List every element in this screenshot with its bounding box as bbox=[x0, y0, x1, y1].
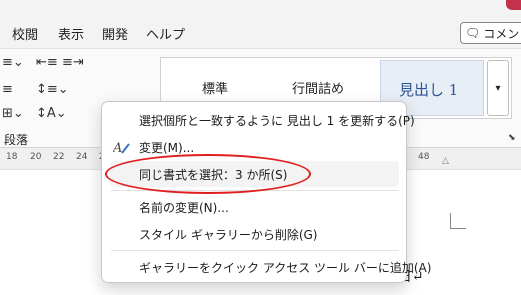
page-corner-mark bbox=[450, 213, 466, 229]
highlight-ellipse bbox=[105, 154, 311, 194]
context-menu: 選択個所と一致するように 見出し 1 を更新する(P) A 変更(M)... 同… bbox=[101, 101, 431, 283]
paragraph-group-label: 段落 bbox=[4, 133, 29, 147]
style-heading-1-label: 見出し 1 bbox=[399, 81, 459, 99]
bullet-list-dropdown-icon[interactable]: ≡⌄ bbox=[2, 55, 24, 70]
decrease-indent-icon[interactable]: ⇤≡ bbox=[36, 55, 58, 70]
comment-button[interactable]: 🗨 コメント bbox=[460, 22, 521, 44]
ruler-number: 18 bbox=[6, 152, 18, 162]
ruler-number: 48 bbox=[418, 152, 430, 162]
style-normal[interactable]: 標準 bbox=[202, 78, 228, 97]
menu-separator bbox=[111, 250, 399, 251]
dialog-launcher-icon[interactable]: ⬊ bbox=[508, 133, 516, 143]
ruler-number: 20 bbox=[30, 152, 42, 162]
menu-item-update-heading[interactable]: 選択個所と一致するように 見出し 1 を更新する(P) bbox=[110, 107, 415, 133]
menu-item-rename[interactable]: 名前の変更(N)... bbox=[110, 194, 399, 220]
indent-marker-icon[interactable]: △ bbox=[442, 156, 449, 166]
borders-icon[interactable]: ⊞⌄ bbox=[2, 106, 24, 121]
menu-item-add-to-quick-access[interactable]: ギャラリーをクイック アクセス ツール バーに追加(A) bbox=[110, 254, 431, 280]
sort-icon[interactable]: ↕A⌄ bbox=[36, 106, 67, 121]
menu-item-label: 選択個所と一致するように 見出し 1 を更新する(P) bbox=[139, 113, 415, 128]
tab-developer[interactable]: 開発 bbox=[102, 24, 128, 43]
tab-help[interactable]: ヘルプ bbox=[146, 24, 185, 43]
menu-item-label: 名前の変更(N)... bbox=[139, 200, 229, 215]
ruler-number: 24 bbox=[76, 152, 88, 162]
increase-indent-icon[interactable]: ≡⇥ bbox=[62, 55, 84, 70]
svg-text:A: A bbox=[113, 141, 122, 155]
tab-review[interactable]: 校閲 bbox=[12, 24, 38, 43]
styles-more-icon[interactable]: ▾ bbox=[487, 60, 509, 116]
menu-item-remove-from-gallery[interactable]: スタイル ギャラリーから削除(G) bbox=[110, 221, 399, 247]
ruler-number: 22 bbox=[53, 152, 65, 162]
comment-icon: 🗨 bbox=[465, 26, 481, 40]
menu-item-label: 変更(M)... bbox=[139, 140, 195, 155]
line-spacing-icon[interactable]: ↕≡⌄ bbox=[36, 82, 69, 97]
comment-button-label: コメント bbox=[483, 26, 521, 41]
justify-icon[interactable]: ≡ bbox=[2, 82, 13, 97]
style-edit-icon: A bbox=[112, 139, 131, 156]
tab-view[interactable]: 表示 bbox=[58, 24, 84, 43]
menu-item-label: ギャラリーをクイック アクセス ツール バーに追加(A) bbox=[139, 260, 432, 275]
window-close-edge[interactable] bbox=[506, 0, 521, 10]
style-no-spacing[interactable]: 行間詰め bbox=[292, 78, 344, 97]
menu-item-label: スタイル ギャラリーから削除(G) bbox=[139, 227, 318, 242]
